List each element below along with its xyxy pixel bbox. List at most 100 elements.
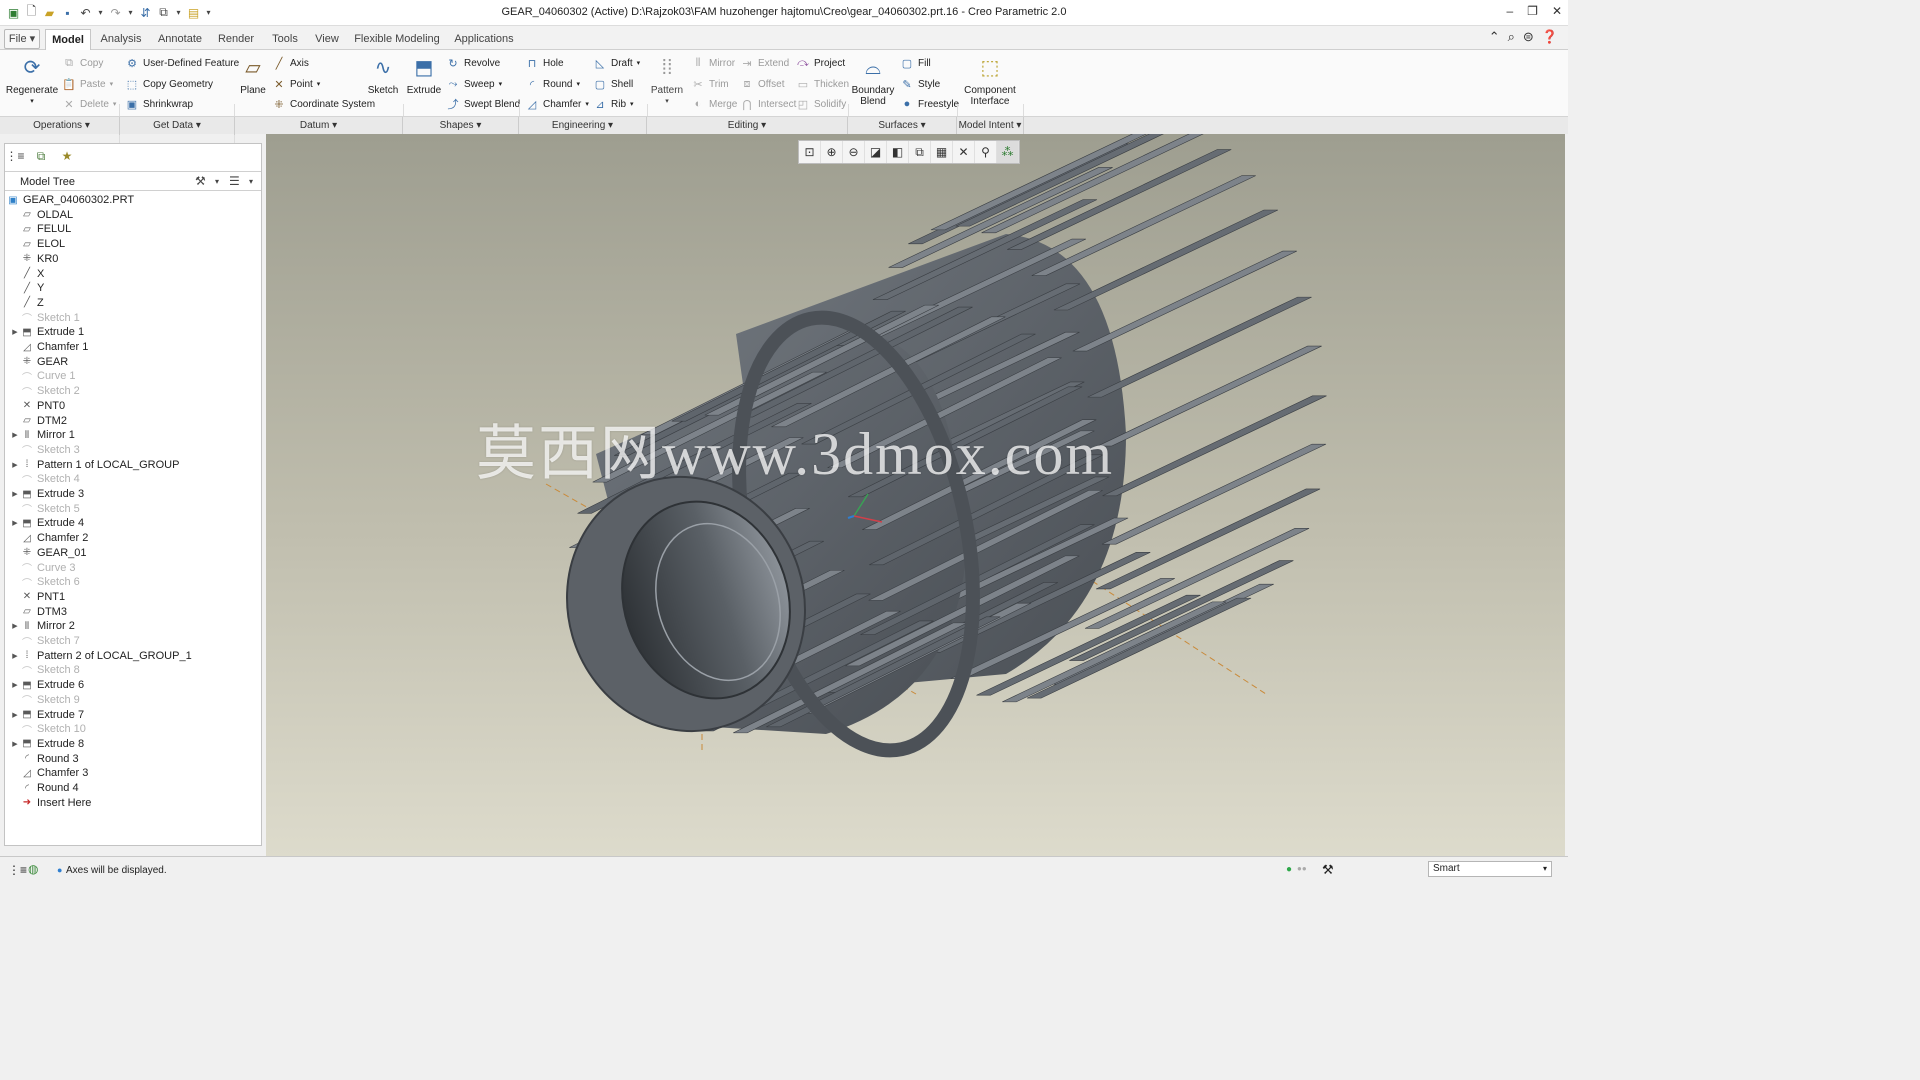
merge-button[interactable]: ◐ Merge [691,97,738,111]
tree-item[interactable]: ✕ PNT1 [10,590,65,604]
tree-item[interactable]: ▶ ⬒ Extrude 3 [10,487,84,501]
tree-item[interactable]: ▶ ⫴ Mirror 2 [10,619,75,633]
tree-item[interactable]: ⁜ KR0 [10,252,59,266]
tree-item[interactable]: ▱ FELUL [10,222,71,236]
tree-item[interactable]: ▶ ⫴ Mirror 1 [10,428,75,442]
tab-annotate[interactable]: Annotate [153,29,207,50]
tab-model[interactable]: Model [45,29,91,50]
thicken-button[interactable]: ▭ Thicken [796,77,849,91]
extrude-button[interactable]: ⬒ Extrude [407,54,441,97]
regenerate-button[interactable]: ⟳ Regenerate ▾ [6,54,58,107]
tree-item[interactable]: ▶ ⬒ Extrude 4 [10,516,84,530]
swept-blend-button[interactable]: ⤴ Swept Blend [446,97,521,112]
tree-item[interactable]: ◿ Chamfer 2 [10,531,88,545]
expand-arrow-icon[interactable]: ▶ [10,490,20,498]
tree-item[interactable]: ⁜ GEAR_01 [10,546,87,560]
restore-icon[interactable]: ❐ [1527,4,1538,18]
favorites-tab-icon[interactable]: ★ [58,147,76,165]
expand-arrow-icon[interactable]: ▶ [10,681,20,689]
windows-icon[interactable]: ⧉ [156,5,171,20]
tab-applications[interactable]: Applications [449,29,519,50]
tree-item[interactable]: ➜ Insert Here [10,796,92,810]
model-tree-tab-icon[interactable]: ⋮≡ [6,147,25,165]
tree-item[interactable]: ⌒ Sketch 6 [10,575,80,590]
group-shapes[interactable]: Shapes ▾ [403,117,519,135]
tree-item[interactable]: ◿ Chamfer 1 [10,340,88,354]
open-file-icon[interactable]: ▰ [42,5,57,20]
plane-button[interactable]: ▱ Plane [238,54,268,97]
datum-display-icon[interactable]: ✕ [953,141,975,163]
fill-button[interactable]: ▢ Fill [900,56,931,70]
paste-button[interactable]: 📋 Paste ▾ [62,77,113,91]
component-interface-button[interactable]: ⬚ Component Interface [962,54,1018,108]
tree-settings-icon[interactable]: ⚒ [195,174,206,188]
tab-flexible-modeling[interactable]: Flexible Modeling [352,29,442,50]
tree-item[interactable]: ▱ DTM3 [10,605,67,619]
tree-item[interactable]: ▶ ⬒ Extrude 6 [10,678,84,692]
new-file-icon[interactable]: 🗋 [24,4,39,20]
group-get-data[interactable]: Get Data ▾ [120,117,235,135]
tree-item[interactable]: ⌒ Sketch 2 [10,384,80,399]
tree-item[interactable]: ◿ Chamfer 3 [10,766,88,780]
tree-item[interactable]: ╱ Z [10,296,44,310]
freestyle-button[interactable]: ● Freestyle [900,97,959,111]
zoom-out-icon[interactable]: ⊖ [843,141,865,163]
project-button[interactable]: ⤼ Project [796,56,845,70]
find-icon[interactable]: ⚒ [1322,862,1334,878]
tree-item[interactable]: ▣ GEAR_04060302.PRT [6,193,134,207]
expand-arrow-icon[interactable]: ▶ [10,652,20,660]
chamfer-button[interactable]: ◿ Chamfer ▾ [525,97,589,111]
customize-quick-access-icon[interactable]: ▾ [204,5,213,20]
redo-icon[interactable]: ↷ [108,5,123,20]
tree-item[interactable]: ╱ Y [10,281,44,295]
tree-item[interactable]: ▱ OLDAL [10,208,73,222]
tree-item[interactable]: ⌒ Sketch 4 [10,472,80,487]
rib-button[interactable]: ⊿ Rib ▾ [593,97,633,111]
tree-item[interactable]: ╱ X [10,267,44,281]
round-button[interactable]: ◜ Round ▾ [525,77,580,91]
user-defined-feature-button[interactable]: ⚙ User-Defined Feature [125,56,239,70]
zoom-in-icon[interactable]: ⊕ [821,141,843,163]
point-button[interactable]: ✕ Point ▾ [272,77,320,91]
sweep-button[interactable]: ⤳ Sweep ▾ [446,77,503,91]
search-icon[interactable]: ⌕ [1508,29,1515,45]
expand-arrow-icon[interactable]: ▶ [10,622,20,630]
delete-button[interactable]: ✕ Delete ▾ [62,97,116,111]
expand-arrow-icon[interactable]: ▶ [10,431,20,439]
save-icon[interactable]: ▪ [60,5,75,20]
tree-item[interactable]: ▶ ⬒ Extrude 7 [10,708,84,722]
tree-item[interactable]: ◜ Round 3 [10,752,79,766]
boundary-blend-button[interactable]: ⌓ Boundary Blend [852,54,895,108]
trim-button[interactable]: ✂ Trim [691,77,728,91]
saved-orientations-icon[interactable]: ⧉ [909,141,931,163]
tree-item[interactable]: ⌒ Sketch 10 [10,722,86,737]
group-datum[interactable]: Datum ▾ [235,117,403,135]
tree-item[interactable]: ⌒ Sketch 5 [10,502,80,517]
toggle-navigator-icon[interactable]: ⋮≡ [8,863,27,877]
regenerate-quick-icon[interactable]: ⇵ [138,5,153,20]
pattern-button[interactable]: ⁞⁞ Pattern ▾ [650,54,684,107]
spin-center-icon[interactable]: ⚲ [975,141,997,163]
view-manager-icon[interactable]: ▦ [931,141,953,163]
community-icon[interactable]: ⊜ [1523,29,1534,45]
tree-item[interactable]: ⌒ Sketch 8 [10,663,80,678]
tree-item[interactable]: ⌒ Sketch 7 [10,634,80,649]
tree-item[interactable]: ▱ DTM2 [10,414,67,428]
tree-item[interactable]: ▱ ELOL [10,237,65,251]
folder-browser-tab-icon[interactable]: ⧉ [32,147,50,165]
intersect-button[interactable]: ⋂ Intersect [740,97,796,111]
shell-button[interactable]: ▢ Shell [593,77,633,91]
hole-button[interactable]: ⊓ Hole [525,56,564,70]
tree-item[interactable]: ⌒ Curve 3 [10,561,76,576]
display-style-icon[interactable]: ◧ [887,141,909,163]
undo-dropdown-icon[interactable]: ▾ [96,5,105,20]
expand-arrow-icon[interactable]: ▶ [10,519,20,527]
tab-file[interactable]: File ▾ [4,29,40,49]
repaint-icon[interactable]: ◪ [865,141,887,163]
tab-render[interactable]: Render [214,29,258,50]
tree-settings-dropdown-icon[interactable]: ▾ [215,177,219,186]
tree-item[interactable]: ▶ ⬒ Extrude 1 [10,325,84,339]
draft-button[interactable]: ◺ Draft ▾ [593,56,640,70]
tab-view[interactable]: View [310,29,344,50]
shrinkwrap-button[interactable]: ▣ Shrinkwrap [125,97,193,111]
